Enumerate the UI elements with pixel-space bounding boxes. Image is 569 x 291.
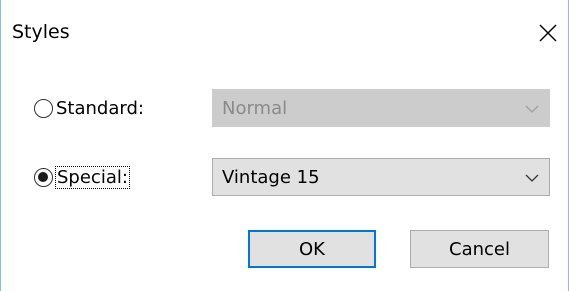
- chevron-down-icon: [525, 171, 539, 185]
- standard-label: Standard:: [56, 97, 144, 119]
- special-label: Special:: [55, 165, 130, 189]
- close-button[interactable]: [531, 16, 565, 50]
- ok-button[interactable]: OK: [248, 230, 376, 268]
- cancel-button[interactable]: Cancel: [410, 230, 549, 268]
- special-select-value: Vintage 15: [222, 166, 320, 188]
- dialog-title: Styles: [12, 21, 70, 43]
- styles-dialog: Styles Standard: Normal Special: Vintage…: [0, 0, 569, 291]
- standard-radio[interactable]: [34, 98, 53, 118]
- standard-radio-option[interactable]: Standard:: [34, 93, 144, 123]
- special-style-select[interactable]: Vintage 15: [212, 158, 550, 196]
- standard-style-select[interactable]: Normal: [212, 89, 550, 127]
- special-radio-option[interactable]: Special:: [34, 162, 130, 192]
- chevron-down-icon: [525, 102, 539, 116]
- standard-select-value: Normal: [222, 97, 288, 119]
- special-radio[interactable]: [34, 167, 53, 187]
- close-icon: [539, 24, 557, 42]
- title-bar: Styles: [1, 0, 568, 66]
